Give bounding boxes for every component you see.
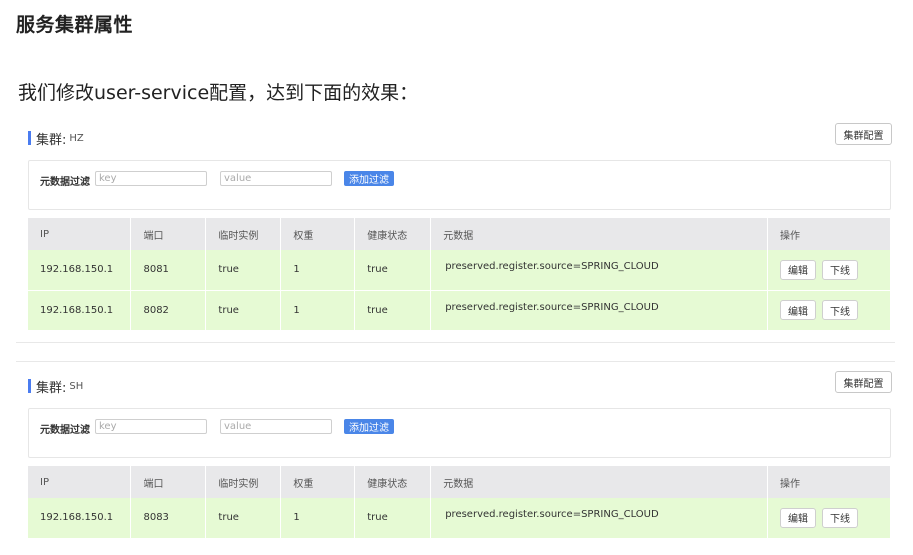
- cell-ephemeral: true: [205, 250, 282, 291]
- table-header-row: IP 端口 临时实例 权重 健康状态 元数据 操作: [28, 466, 891, 498]
- column-header-port: 端口: [130, 218, 207, 250]
- column-header-ephemeral: 临时实例: [205, 466, 282, 498]
- edit-button[interactable]: 编辑: [780, 300, 817, 320]
- filter-value-input[interactable]: [220, 419, 332, 434]
- offline-button[interactable]: 下线: [822, 259, 859, 280]
- cell-metadata: preserved.register.source=SPRING_CLOUD: [430, 250, 769, 291]
- metadata-filter-box: 元数据过滤 添加过滤: [28, 408, 891, 458]
- cluster-divider: [16, 361, 895, 362]
- column-header-ip: IP: [28, 218, 132, 250]
- cell-weight: 1: [280, 290, 356, 331]
- column-header-actions: 操作: [767, 218, 891, 250]
- filter-value-input[interactable]: [220, 171, 332, 186]
- cluster-name: SH: [69, 380, 84, 392]
- column-header-weight: 权重: [280, 218, 356, 250]
- cluster-label: 集群:: [36, 132, 67, 148]
- cell-ephemeral: true: [205, 290, 282, 331]
- cluster-header: 集群: SH: [28, 376, 83, 396]
- cell-weight: 1: [280, 250, 356, 291]
- column-header-port: 端口: [130, 466, 207, 498]
- cluster-accent-bar: [28, 379, 31, 393]
- cell-port: 8081: [130, 250, 207, 291]
- cell-port: 8082: [130, 290, 207, 331]
- column-header-metadata: 元数据: [430, 466, 769, 498]
- cluster-config-button[interactable]: 集群配置: [835, 371, 892, 393]
- page-title: 服务集群属性: [16, 14, 134, 36]
- cluster-divider: [16, 342, 895, 343]
- table-row: 192.168.150.1 8081 true 1 true preserved…: [28, 250, 891, 291]
- intro-text: 我们修改user-service配置，达到下面的效果：: [18, 82, 419, 104]
- cluster-name: HZ: [69, 132, 84, 144]
- metadata-filter-box: 元数据过滤 添加过滤: [28, 160, 891, 210]
- instance-table: IP 端口 临时实例 权重 健康状态 元数据 操作 192.168.150.1 …: [28, 218, 891, 331]
- cell-actions: 编辑 下线: [767, 250, 891, 291]
- column-header-weight: 权重: [280, 466, 356, 498]
- column-header-ip: IP: [28, 466, 132, 498]
- cell-metadata: preserved.register.source=SPRING_CLOUD: [430, 498, 769, 539]
- cell-ip: 192.168.150.1: [28, 290, 132, 331]
- cell-ephemeral: true: [205, 498, 282, 539]
- cluster-header: 集群: HZ: [28, 128, 84, 148]
- column-header-health: 健康状态: [354, 466, 432, 498]
- cell-metadata: preserved.register.source=SPRING_CLOUD: [430, 290, 769, 331]
- cell-health: true: [354, 498, 432, 539]
- column-header-metadata: 元数据: [430, 218, 769, 250]
- cell-actions: 编辑 下线: [767, 498, 891, 539]
- filter-key-input[interactable]: [95, 171, 207, 186]
- table-row: 192.168.150.1 8082 true 1 true preserved…: [28, 290, 891, 331]
- offline-button[interactable]: 下线: [822, 300, 859, 320]
- instance-table: IP 端口 临时实例 权重 健康状态 元数据 操作 192.168.150.1 …: [28, 466, 891, 539]
- column-header-health: 健康状态: [354, 218, 432, 250]
- cell-health: true: [354, 250, 432, 291]
- cell-weight: 1: [280, 498, 356, 539]
- offline-button[interactable]: 下线: [822, 507, 859, 528]
- table-header-row: IP 端口 临时实例 权重 健康状态 元数据 操作: [28, 218, 891, 250]
- edit-button[interactable]: 编辑: [780, 507, 817, 528]
- cell-actions: 编辑 下线: [767, 290, 891, 331]
- cluster-label: 集群:: [36, 380, 67, 396]
- edit-button[interactable]: 编辑: [780, 259, 817, 280]
- column-header-ephemeral: 临时实例: [205, 218, 282, 250]
- cell-health: true: [354, 290, 432, 331]
- cell-port: 8083: [130, 498, 207, 539]
- metadata-filter-label: 元数据过滤: [40, 177, 90, 188]
- column-header-actions: 操作: [767, 466, 891, 498]
- cell-ip: 192.168.150.1: [28, 498, 132, 539]
- filter-key-input[interactable]: [95, 419, 207, 434]
- metadata-filter-label: 元数据过滤: [40, 425, 90, 436]
- cluster-accent-bar: [28, 131, 31, 145]
- add-filter-button[interactable]: 添加过滤: [344, 419, 394, 434]
- table-row: 192.168.150.1 8083 true 1 true preserved…: [28, 498, 891, 539]
- add-filter-button[interactable]: 添加过滤: [344, 171, 394, 186]
- cell-ip: 192.168.150.1: [28, 250, 132, 291]
- cluster-config-button[interactable]: 集群配置: [835, 123, 892, 145]
